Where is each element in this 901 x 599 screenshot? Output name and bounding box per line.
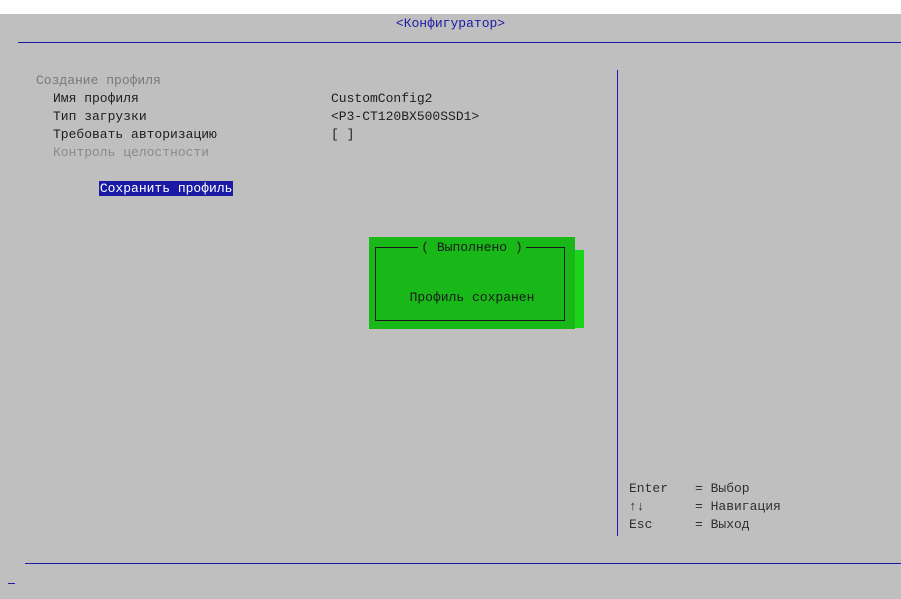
- menu-item-require-auth[interactable]: Требовать авторизацию: [53, 126, 217, 144]
- help-desc-navigation: = Навигация: [695, 499, 781, 514]
- menu-item-save-profile[interactable]: Сохранить профиль: [52, 162, 234, 196]
- boot-type-value[interactable]: <P3-CT120BX500SSD1>: [331, 108, 479, 126]
- help-key-arrows: ↑↓: [629, 499, 645, 514]
- menu-item-profile-name[interactable]: Имя профиля: [53, 90, 139, 108]
- title-divider: [18, 42, 901, 43]
- success-dialog: ( Выполнено ) Профиль сохранен: [369, 237, 575, 329]
- menu-item-boot-type[interactable]: Тип загрузки: [53, 108, 147, 126]
- status-divider: [25, 563, 901, 564]
- panel-divider: [617, 70, 618, 536]
- help-key-esc: Esc: [629, 517, 653, 532]
- require-auth-checkbox[interactable]: [ ]: [331, 126, 354, 144]
- dialog-message: Профиль сохранен: [409, 290, 535, 305]
- profile-name-value[interactable]: CustomConfig2: [331, 90, 432, 108]
- dialog-title: ( Выполнено ): [369, 240, 575, 256]
- dialog-title-text: ( Выполнено ): [418, 240, 526, 255]
- section-title: Создание профиля: [36, 73, 161, 88]
- help-key-enter: Enter: [629, 481, 669, 496]
- help-desc-exit: = Выход: [695, 517, 750, 532]
- help-desc-select: = Выбор: [695, 481, 750, 496]
- terminal-cursor: [8, 583, 15, 584]
- window-title: <Конфигуратор>: [395, 16, 506, 31]
- terminal-screen: <Конфигуратор> Создание профиля Имя проф…: [0, 14, 901, 599]
- save-profile-label: Сохранить профиль: [98, 181, 234, 196]
- dialog-frame: [375, 247, 565, 321]
- menu-item-integrity-control: Контроль целостности: [53, 145, 210, 160]
